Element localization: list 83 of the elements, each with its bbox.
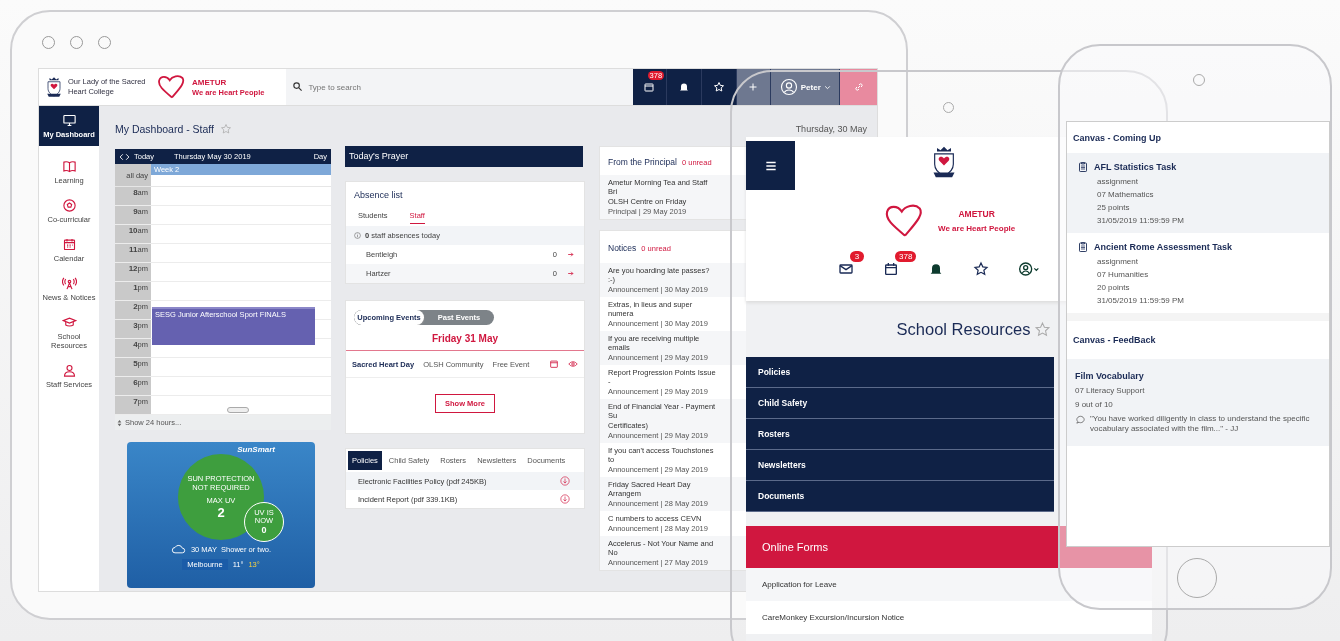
plus-icon xyxy=(747,81,760,93)
download-icon[interactable] xyxy=(560,494,570,504)
antenna-icon xyxy=(61,276,77,291)
person-icon xyxy=(61,363,77,378)
task-due-date: 31/05/2019 11:59:59 PM xyxy=(1097,296,1186,305)
ball-icon xyxy=(61,198,77,213)
resource-link[interactable]: Policies xyxy=(746,357,1054,388)
user-menu-button[interactable]: Peter xyxy=(771,69,841,105)
menu-button[interactable] xyxy=(746,141,795,190)
star-icon xyxy=(973,261,989,277)
star-icon xyxy=(712,81,725,93)
task-subject: 07 Mathematics xyxy=(1097,190,1155,199)
download-icon[interactable] xyxy=(560,476,570,486)
search-icon xyxy=(292,81,304,92)
favorites-button[interactable] xyxy=(973,261,989,277)
prayer-header: Today's Prayer xyxy=(345,146,583,167)
resource-link[interactable]: Rosters xyxy=(746,419,1054,450)
resource-link[interactable]: Documents xyxy=(746,481,1054,512)
uv-now-value: 0 xyxy=(261,525,267,535)
brand-tagline: We are Heart People xyxy=(938,224,1016,233)
resource-link[interactable]: Newsletters xyxy=(746,450,1054,481)
max-uv-value: 2 xyxy=(217,505,225,520)
feedback-comment: "You have worked diligently in class to understand the specific vocabulary associated with the film..." - JJ xyxy=(1090,414,1311,434)
feedback-title[interactable]: Film Vocabulary xyxy=(1075,371,1321,381)
eye-icon[interactable] xyxy=(568,359,578,369)
notifications-button[interactable] xyxy=(928,261,944,277)
task-title[interactable]: AFL Statistics Task xyxy=(1094,162,1177,172)
speech-bubble-icon xyxy=(1075,414,1086,425)
feedback-subject: 07 Literacy Support xyxy=(1075,386,1146,395)
clipboard-icon xyxy=(1077,241,1089,253)
task-points: 25 points xyxy=(1097,203,1131,212)
section-title: Canvas - Coming Up xyxy=(1072,132,1162,145)
page-title: My Dashboard - Staff xyxy=(115,123,215,135)
card-title: Absence list xyxy=(353,189,404,202)
resource-link[interactable]: Child Safety xyxy=(746,388,1054,419)
notifications-button[interactable] xyxy=(667,69,702,105)
heart-icon xyxy=(157,75,187,99)
school-crest-icon xyxy=(45,75,63,99)
date-label: Thursday, 30 May xyxy=(795,124,867,134)
bell-icon xyxy=(928,261,944,277)
avatar-icon xyxy=(779,78,798,96)
calendar-icon xyxy=(643,81,656,93)
book-icon xyxy=(61,159,77,174)
notification-badge: 3 xyxy=(850,251,864,262)
task-type: assignment xyxy=(1097,257,1139,266)
user-menu-button[interactable] xyxy=(1018,261,1040,277)
page-title: School Resources xyxy=(896,319,1031,339)
task-points: 20 points xyxy=(1097,283,1131,292)
star-icon[interactable] xyxy=(220,123,233,135)
calendar-icon[interactable] xyxy=(883,261,899,277)
bell-icon xyxy=(678,81,691,93)
task-due-date: 31/05/2019 11:59:59 PM xyxy=(1097,216,1186,225)
cloud-icon xyxy=(170,544,187,555)
brand-title: AMETUR xyxy=(192,77,228,87)
resize-handle[interactable] xyxy=(227,407,249,413)
clipboard-icon xyxy=(1077,161,1089,173)
info-icon xyxy=(354,232,361,239)
favorites-button[interactable] xyxy=(701,69,737,105)
avatar-icon xyxy=(1018,261,1040,277)
arrow-right-icon[interactable] xyxy=(567,251,574,258)
monitor-icon xyxy=(61,113,77,128)
card-title: From the Principal xyxy=(608,157,677,167)
task-subject: 07 Humanities xyxy=(1097,270,1150,279)
up-down-icon xyxy=(117,418,122,427)
prev-next-icon[interactable] xyxy=(119,152,130,161)
arrow-right-icon[interactable] xyxy=(567,270,574,277)
search-field[interactable]: Type to search xyxy=(286,69,633,105)
task-title[interactable]: Ancient Rome Assessment Task xyxy=(1094,242,1233,252)
sunsmart-logo: SunSmart xyxy=(237,445,275,454)
brand-title: AMETUR xyxy=(958,209,995,219)
add-button[interactable] xyxy=(736,69,772,105)
caret-icon xyxy=(823,83,831,91)
link-icon xyxy=(852,81,865,93)
calendar-icon xyxy=(61,237,77,252)
star-icon[interactable] xyxy=(1034,320,1052,338)
notification-badge: 378 xyxy=(895,251,917,262)
feedback-score: 9 out of 10 xyxy=(1075,400,1114,409)
form-link[interactable]: CareMonkey Excursion/Incursion Notice xyxy=(746,601,1152,634)
events-date: Friday 31 May xyxy=(346,325,584,351)
task-type: assignment xyxy=(1097,177,1139,186)
graduation-cap-icon xyxy=(61,315,77,330)
card-title: Notices xyxy=(608,243,637,253)
envelope-icon[interactable] xyxy=(838,261,854,277)
